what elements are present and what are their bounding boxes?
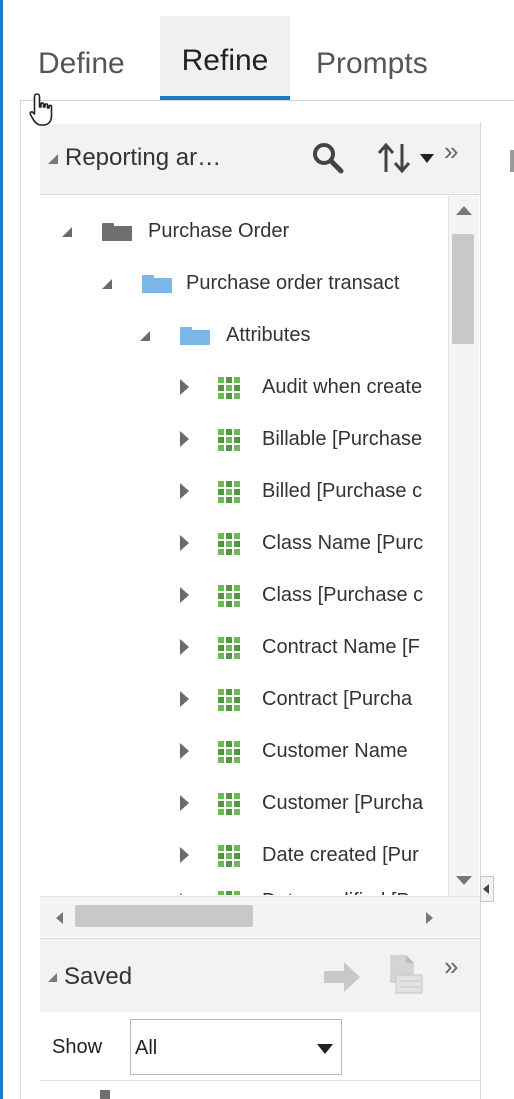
tree-item-billable[interactable]: Billable [Purchase [180, 419, 448, 459]
folder-icon [142, 275, 172, 293]
tree-node-purchase-order[interactable]: Purchase Order [62, 211, 442, 251]
partial-folder-icon [100, 1090, 110, 1099]
expanded-triangle-icon[interactable] [102, 279, 112, 289]
tree-item-label: Date created [Pur [262, 844, 419, 866]
vertical-scroll-thumb[interactable] [452, 234, 474, 344]
folder-icon [102, 223, 132, 241]
tree-item-label: Contract [Purcha [262, 688, 413, 710]
panel-collapse-handle[interactable] [480, 876, 494, 902]
folder-icon [180, 327, 210, 345]
scroll-down-icon[interactable] [456, 876, 472, 885]
collapsed-triangle-icon[interactable] [180, 587, 189, 603]
attribute-grid-icon [218, 533, 242, 557]
tree-item-label: Class [Purchase c [262, 584, 424, 606]
collapsed-triangle-icon[interactable] [180, 639, 189, 655]
show-label: Show [52, 1036, 103, 1058]
scroll-up-icon[interactable] [456, 206, 472, 215]
expanded-triangle-icon[interactable] [140, 331, 150, 341]
collapsed-triangle-icon[interactable] [180, 795, 189, 811]
tree-item-customer[interactable]: Customer [Purcha [180, 783, 448, 823]
chevron-left-icon [483, 884, 489, 894]
tree-item-label: Date modified [Pu [262, 881, 421, 895]
tree-item-label: Contract Name [F [262, 636, 420, 658]
expanded-triangle-icon[interactable] [62, 227, 72, 237]
tree-node-attributes[interactable]: Attributes [140, 315, 440, 355]
collapsed-triangle-icon[interactable] [180, 483, 189, 499]
tab-bar: Define Refine Prompts [0, 0, 514, 100]
search-icon[interactable] [310, 140, 346, 176]
tree-item-date-created[interactable]: Date created [Pur [180, 835, 448, 875]
hand-pointer-cursor-icon [29, 93, 53, 126]
tree-item-label: Billable [Purchase [262, 428, 423, 450]
attribute-grid-icon [218, 793, 242, 817]
collapsed-triangle-icon[interactable] [180, 431, 189, 447]
tree-horizontal-scrollbar[interactable] [40, 896, 480, 937]
dropdown-caret-icon [317, 1044, 333, 1054]
collapsed-triangle-icon[interactable] [180, 847, 189, 863]
tree-item-billed[interactable]: Billed [Purchase c [180, 471, 448, 511]
reporting-area-title[interactable]: Reporting ar… [65, 144, 221, 172]
attribute-grid-icon [218, 741, 242, 765]
collapsed-triangle-icon[interactable] [180, 743, 189, 759]
tree-item-audit-when-created[interactable]: Audit when create [180, 367, 448, 407]
tree-item-label: Billed [Purchase c [262, 480, 423, 502]
tree-item-label: Audit when create [262, 376, 423, 398]
expand-panel-icon[interactable]: » [444, 136, 458, 167]
tree-node-label: Attributes [226, 324, 311, 346]
right-panel-edge [510, 150, 514, 172]
attribute-grid-icon [218, 377, 242, 401]
reporting-area-header: Reporting ar… » [40, 124, 480, 195]
tree-node-purchase-order-transaction[interactable]: Purchase order transact [102, 263, 448, 303]
tab-define[interactable]: Define [38, 40, 125, 100]
tab-refine[interactable]: Refine [160, 16, 290, 100]
tree-vertical-scrollbar[interactable] [448, 196, 479, 896]
attribute-grid-icon [218, 481, 242, 505]
tree-item-contract[interactable]: Contract [Purcha [180, 679, 448, 719]
attribute-grid-icon [218, 845, 242, 869]
show-filter-row: Show All [40, 1012, 480, 1081]
horizontal-scroll-thumb[interactable] [75, 905, 253, 927]
saved-panel-header: Saved » [40, 938, 480, 1014]
left-accent-bar [0, 0, 3, 1099]
tab-prompts[interactable]: Prompts [316, 40, 428, 100]
tree-item-customer-name[interactable]: Customer Name [180, 731, 448, 771]
tree-item-class[interactable]: Class [Purchase c [180, 575, 448, 615]
arrow-right-icon[interactable] [322, 959, 362, 995]
saved-panel-title[interactable]: Saved [64, 963, 132, 991]
show-select[interactable]: All [130, 1019, 342, 1075]
attribute-grid-icon [218, 689, 242, 713]
attribute-grid-icon [218, 637, 242, 661]
collapsed-triangle-icon[interactable] [180, 893, 189, 895]
saved-report-icon[interactable] [386, 953, 426, 997]
content-divider [20, 100, 514, 101]
tree-item-class-name[interactable]: Class Name [Purc [180, 523, 448, 563]
attribute-grid-icon [218, 891, 242, 895]
show-select-value: All [135, 1037, 158, 1059]
scroll-left-icon[interactable] [56, 912, 63, 924]
tree-item-label: Customer [Purcha [262, 792, 424, 814]
tree-item-label: Customer Name [262, 740, 408, 762]
scroll-right-icon[interactable] [426, 912, 433, 924]
tree-item-contract-name[interactable]: Contract Name [F [180, 627, 448, 667]
tree-item-label: Class Name [Purc [262, 532, 424, 554]
collapse-triangle-icon[interactable] [48, 973, 57, 982]
tree-node-label: Purchase order transact [186, 272, 400, 294]
collapse-triangle-icon[interactable] [48, 154, 58, 164]
collapsed-triangle-icon[interactable] [180, 379, 189, 395]
collapsed-triangle-icon[interactable] [180, 691, 189, 707]
tab-refine-label: Refine [181, 44, 269, 77]
tree-node-label: Purchase Order [148, 220, 290, 242]
content-left-border [20, 100, 21, 1099]
expand-panel-icon[interactable]: » [444, 951, 458, 982]
attribute-grid-icon [218, 585, 242, 609]
attribute-grid-icon [218, 429, 242, 453]
reporting-area-tree: Purchase Order Purchase order transact A… [40, 195, 448, 895]
panel-right-border [480, 122, 481, 1099]
collapsed-triangle-icon[interactable] [180, 535, 189, 551]
tree-item-date-modified[interactable]: Date modified [Pu [180, 881, 448, 895]
sort-icon[interactable] [374, 140, 444, 176]
